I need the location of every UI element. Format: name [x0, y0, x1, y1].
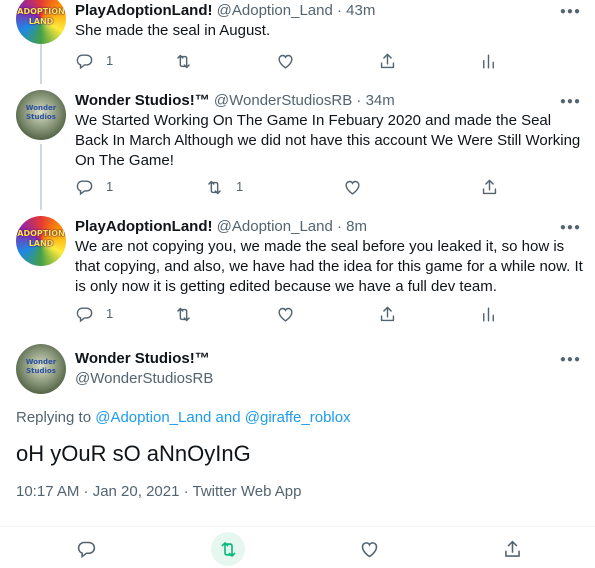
main-tweet-text: oH yOuR sO aNnOyInG	[16, 441, 251, 466]
retweet-button[interactable]	[211, 532, 245, 566]
reply-icon	[75, 52, 94, 71]
retweet-count: 1	[236, 179, 244, 194]
tweet-actions: 1	[0, 51, 595, 71]
reply-count: 1	[106, 53, 114, 68]
user-handle[interactable]: @Adoption_Land	[217, 2, 333, 19]
reply-button[interactable]: 1	[75, 51, 113, 71]
retweet-icon	[174, 52, 193, 71]
tweet-2[interactable]: Wonder Studios Wonder Studios!™ @WonderS…	[0, 84, 595, 210]
analytics-button[interactable]	[479, 51, 498, 71]
share-button[interactable]	[378, 304, 397, 324]
share-button[interactable]	[495, 532, 529, 566]
tweet-actions: 1	[0, 304, 595, 324]
tweet-time[interactable]: · 8m	[337, 218, 367, 235]
display-name[interactable]: Wonder Studios!™	[75, 349, 210, 369]
tweet-header: Wonder Studios!™ @WonderStudiosRB · 34m	[75, 91, 585, 111]
avatar[interactable]: ADOPTION LAND	[16, 216, 66, 266]
user-handle[interactable]: @Adoption_Land	[217, 218, 333, 235]
like-button[interactable]	[352, 532, 386, 566]
main-tweet-actions	[0, 526, 595, 566]
user-handle[interactable]: @WonderStudiosRB	[75, 369, 213, 389]
tweet-timestamp[interactable]: 10:17 AM · Jan 20, 2021 · Twitter Web Ap…	[16, 482, 301, 502]
tweet-header: PlayAdoptionLand! @Adoption_Land · 8m	[75, 217, 585, 237]
tweet-text: We Started Working On The Game In Febuar…	[75, 112, 581, 169]
like-button[interactable]	[276, 304, 295, 324]
share-icon	[480, 178, 499, 197]
display-name[interactable]: PlayAdoptionLand!	[75, 218, 213, 235]
reply-icon	[75, 178, 94, 197]
display-name[interactable]: Wonder Studios!™	[75, 92, 210, 109]
avatar[interactable]: ADOPTION LAND	[16, 0, 66, 44]
tweet-actions: 1 1	[0, 177, 595, 197]
reply-mention-link[interactable]: @giraffe_roblox	[245, 409, 351, 426]
tweet-text: She made the seal in August.	[75, 22, 271, 39]
display-name[interactable]: PlayAdoptionLand!	[75, 2, 213, 19]
reply-and-text: and	[211, 409, 245, 426]
reply-button[interactable]	[69, 532, 103, 566]
reply-button[interactable]: 1	[75, 177, 113, 197]
retweet-button[interactable]	[174, 304, 193, 324]
replying-label: Replying to	[16, 409, 96, 426]
tweet-3[interactable]: ADOPTION LAND PlayAdoptionLand! @Adoptio…	[0, 210, 595, 336]
heart-icon	[276, 305, 295, 324]
share-icon	[378, 305, 397, 324]
retweet-button[interactable]	[174, 51, 193, 71]
tweet-time[interactable]: · 34m	[356, 92, 394, 109]
tweet-text: We are not copying you, we made the seal…	[75, 238, 583, 295]
share-icon	[502, 539, 523, 560]
avatar-logo: Wonder Studios	[25, 358, 57, 375]
share-button[interactable]	[378, 51, 397, 71]
like-button[interactable]	[343, 177, 362, 197]
share-icon	[378, 52, 397, 71]
retweet-icon	[205, 178, 224, 197]
avatar-logo: ADOPTION LAND	[17, 229, 65, 248]
avatar[interactable]: Wonder Studios	[16, 90, 66, 140]
more-icon[interactable]: ●●●	[560, 354, 581, 366]
replying-to: Replying to @Adoption_Land and @giraffe_…	[16, 408, 351, 428]
reply-icon	[75, 305, 94, 324]
analytics-icon	[479, 52, 498, 71]
more-icon[interactable]: ●●●	[560, 96, 581, 108]
reply-button[interactable]: 1	[75, 304, 113, 324]
share-button[interactable]	[480, 177, 499, 197]
avatar-logo: Wonder Studios	[25, 104, 57, 121]
analytics-icon	[479, 305, 498, 324]
reply-count: 1	[106, 179, 114, 194]
heart-icon	[343, 178, 362, 197]
tweet-header: PlayAdoptionLand! @Adoption_Land · 43m	[75, 1, 585, 21]
heart-icon	[359, 539, 380, 560]
retweet-icon	[174, 305, 193, 324]
reply-count: 1	[106, 306, 114, 321]
retweet-icon	[218, 539, 239, 560]
heart-icon	[276, 52, 295, 71]
reply-icon	[76, 539, 97, 560]
more-icon[interactable]: ●●●	[560, 6, 581, 18]
analytics-button[interactable]	[479, 304, 498, 324]
retweet-button[interactable]: 1	[205, 177, 243, 197]
tweet-time[interactable]: · 43m	[337, 2, 375, 19]
avatar[interactable]: Wonder Studios	[16, 344, 66, 394]
user-handle[interactable]: @WonderStudiosRB	[214, 92, 352, 109]
avatar-logo: ADOPTION LAND	[17, 7, 65, 26]
like-button[interactable]	[276, 51, 295, 71]
more-icon[interactable]: ●●●	[560, 222, 581, 234]
reply-mention-link[interactable]: @Adoption_Land	[95, 409, 211, 426]
tweet-1[interactable]: ADOPTION LAND PlayAdoptionLand! @Adoptio…	[0, 0, 595, 84]
